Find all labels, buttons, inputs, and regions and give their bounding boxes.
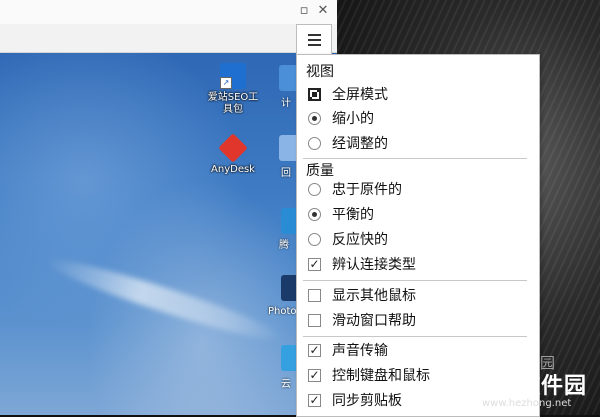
menu-item-fullscreen[interactable]: 全屏模式: [297, 83, 539, 107]
view-section-header: 视图: [306, 64, 334, 80]
toolbar: [0, 24, 337, 68]
checkbox-icon[interactable]: [308, 314, 321, 327]
menu-separator: [303, 280, 527, 281]
partial-label: 腾: [279, 240, 289, 251]
desktop-icon-anydesk[interactable]: AnyDesk: [202, 133, 264, 176]
watermark-line2: 合众软件园: [472, 374, 588, 399]
shortcut-arrow-icon: ↗: [220, 77, 232, 89]
menu-item-label: 控制键盘和鼠标: [332, 368, 430, 384]
hamburger-icon: [308, 39, 321, 41]
menu-item-detect-connection[interactable]: ✓ 辨认连接类型: [297, 253, 539, 277]
checkbox-checked-icon[interactable]: ✓: [308, 344, 321, 357]
menu-button[interactable]: [296, 24, 332, 54]
radio-icon[interactable]: [308, 183, 321, 196]
watermark-url: www.hezhong.net: [482, 398, 572, 409]
menu-item-label: 显示其他鼠标: [332, 288, 416, 304]
menu-item-view-adjusted[interactable]: 经调整的: [297, 132, 539, 156]
minimize-button[interactable]: ▫: [296, 2, 312, 20]
menu-item-view-shrink[interactable]: 缩小的: [297, 107, 539, 131]
menu-item-show-other-cursor[interactable]: 显示其他鼠标: [297, 284, 539, 308]
desktop-icon-label: AnyDesk: [211, 164, 255, 175]
anydesk-icon: [218, 133, 248, 163]
menu-item-label: 缩小的: [332, 111, 374, 127]
menu-item-label: 声音传输: [332, 343, 388, 359]
desktop-icon-label: 爱站SEO工 具包: [207, 92, 259, 115]
menu-item-label: 经调整的: [332, 136, 388, 152]
menu-item-label: 忠于原件的: [332, 182, 402, 198]
desktop-icon-seo-tool[interactable]: ↗ 爱站SEO工 具包: [202, 63, 264, 116]
partial-label: 云: [281, 379, 291, 390]
menu-item-label: 辨认连接类型: [332, 257, 416, 273]
hamburger-icon: [308, 34, 321, 36]
menu-separator: [303, 336, 527, 337]
menu-item-quality-responsive[interactable]: 反应快的: [297, 228, 539, 252]
menu-item-scroll-help[interactable]: 滑动窗口帮助: [297, 309, 539, 333]
wallpaper-streak: [42, 249, 288, 351]
menu-item-label: 反应快的: [332, 232, 388, 248]
partial-label: 计: [281, 98, 291, 109]
checkbox-checked-icon[interactable]: ✓: [308, 258, 321, 271]
partial-label: 回: [281, 168, 291, 179]
menu-item-quality-original[interactable]: 忠于原件的: [297, 178, 539, 202]
checkbox-checked-icon[interactable]: ✓: [308, 369, 321, 382]
radio-selected-icon[interactable]: [308, 208, 321, 221]
menu-item-label: 全屏模式: [332, 87, 388, 103]
radio-icon[interactable]: [308, 233, 321, 246]
menu-item-quality-balanced[interactable]: 平衡的: [297, 203, 539, 227]
menu-item-label: 同步剪贴板: [332, 393, 402, 409]
menu-item-label: 平衡的: [332, 207, 374, 223]
title-bar: ▫ ✕: [0, 0, 337, 24]
partial-label: Photo: [268, 306, 297, 317]
radio-icon[interactable]: [308, 137, 321, 150]
checkbox-checked-icon[interactable]: ✓: [308, 394, 321, 407]
watermark-logo-icon: [432, 356, 466, 390]
close-button[interactable]: ✕: [315, 2, 331, 20]
radio-selected-icon[interactable]: [308, 112, 321, 125]
remote-desktop-view[interactable]: ↗ 爱站SEO工 具包 AnyDesk 计 回 腾 Photo 云: [0, 53, 337, 415]
seo-tool-icon: ↗: [220, 63, 246, 89]
site-watermark: 当下软件园 合众软件园 www.hezhong.net: [430, 352, 600, 415]
menu-item-label: 滑动窗口帮助: [332, 313, 416, 329]
fullscreen-icon: [308, 88, 321, 101]
checkbox-icon[interactable]: [308, 289, 321, 302]
menu-separator: [303, 158, 527, 159]
hamburger-icon: [308, 44, 321, 46]
